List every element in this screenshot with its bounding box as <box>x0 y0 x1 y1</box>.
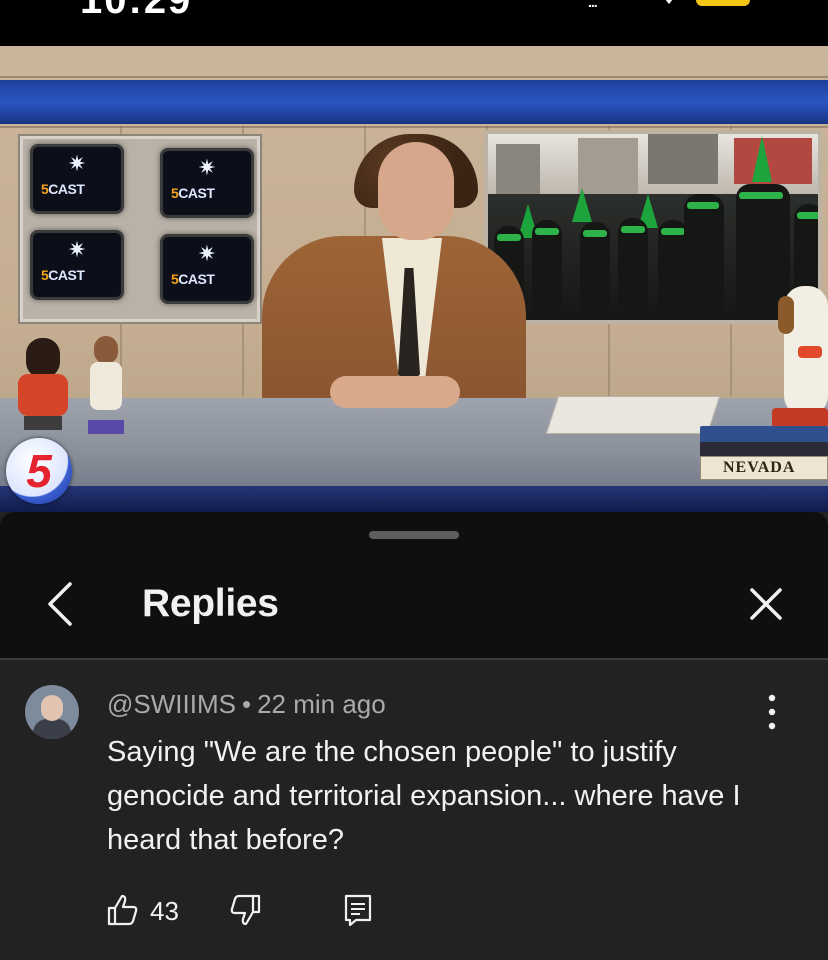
monitor-logo: 5CAST <box>41 181 85 197</box>
starburst-icon: ✷ <box>67 151 87 176</box>
comment-author[interactable]: @SWIIIMS <box>107 689 236 719</box>
dislike-button[interactable] <box>228 892 264 933</box>
green-flag <box>572 188 592 222</box>
dog-figurine <box>778 286 828 416</box>
screen-building <box>734 138 812 184</box>
monitor: ✷ 5CAST <box>30 230 124 300</box>
thumbs-down-icon <box>230 894 261 926</box>
more-options-button[interactable] <box>752 690 792 734</box>
wall-trim <box>0 76 828 78</box>
comment-time: 22 min ago <box>257 689 386 719</box>
sheet-title: Replies <box>142 582 279 625</box>
chevron-left-icon <box>48 582 72 626</box>
book-nevada: NEVADA <box>700 456 828 480</box>
monitor-wall: ✷ 5CAST ✷ 5CAST ✷ 5CAST ✷ 5CAST <box>18 134 262 324</box>
battery-icon <box>696 0 750 6</box>
monitor: ✷ 5CAST <box>30 144 124 214</box>
replies-sheet: Replies @SWIIIMS • 22 min ago Saying "We a… <box>0 512 828 960</box>
desk-edge <box>0 486 828 512</box>
background-screen <box>484 130 822 324</box>
masked-figure <box>684 194 724 314</box>
comment-text: Saying "We are the chosen people" to jus… <box>107 736 741 856</box>
status-bar: 10:29 ... <box>0 0 828 46</box>
newspaper <box>545 396 721 434</box>
screen-building <box>648 134 718 184</box>
more-vertical-icon <box>768 694 776 730</box>
monitor: ✷ 5CAST <box>160 148 254 218</box>
monitor: ✷ 5CAST <box>160 234 254 304</box>
figurine-base <box>772 408 828 428</box>
sheet-header: Replies <box>0 512 828 660</box>
reply-icon <box>344 894 372 927</box>
like-button[interactable]: 43 <box>104 892 179 933</box>
signal-icon: ... <box>588 0 598 10</box>
monitor-logo: 5CAST <box>41 267 85 283</box>
masked-figure <box>580 222 610 312</box>
drag-handle[interactable] <box>369 531 459 539</box>
video-player[interactable]: ✷ 5CAST ✷ 5CAST ✷ 5CAST ✷ 5CAST NEVADA 5 <box>0 46 828 512</box>
presenter-face <box>378 142 454 240</box>
masked-figure <box>618 218 648 308</box>
starburst-icon: ✷ <box>197 241 217 266</box>
meta-separator: • <box>241 689 252 719</box>
comment-meta: @SWIIIMS • 22 min ago <box>107 689 386 720</box>
book-stack: NEVADA <box>700 426 828 486</box>
avatar[interactable] <box>25 685 79 739</box>
monitor-logo: 5CAST <box>171 271 215 287</box>
green-flag <box>752 136 772 182</box>
masked-figure <box>532 220 562 310</box>
status-time: 10:29 <box>80 0 193 22</box>
wifi-icon <box>656 0 682 12</box>
presenter-hands <box>330 376 460 408</box>
close-icon <box>750 588 782 620</box>
channel-5-logo: 5 <box>6 438 72 504</box>
reply-button[interactable] <box>340 892 376 933</box>
thumbs-up-icon <box>107 894 138 926</box>
close-button[interactable] <box>742 580 790 628</box>
masked-figure <box>794 204 818 294</box>
like-count: 43 <box>150 896 179 926</box>
monitor-logo: 5CAST <box>171 185 215 201</box>
bobblehead-figure <box>88 336 124 436</box>
starburst-icon: ✷ <box>197 155 217 180</box>
starburst-icon: ✷ <box>67 237 87 262</box>
bobblehead-figure <box>12 338 74 434</box>
back-button[interactable] <box>36 578 84 630</box>
comment: @SWIIIMS • 22 min ago Saying "We are the c… <box>0 660 828 960</box>
wall-blue-stripe <box>0 80 828 124</box>
